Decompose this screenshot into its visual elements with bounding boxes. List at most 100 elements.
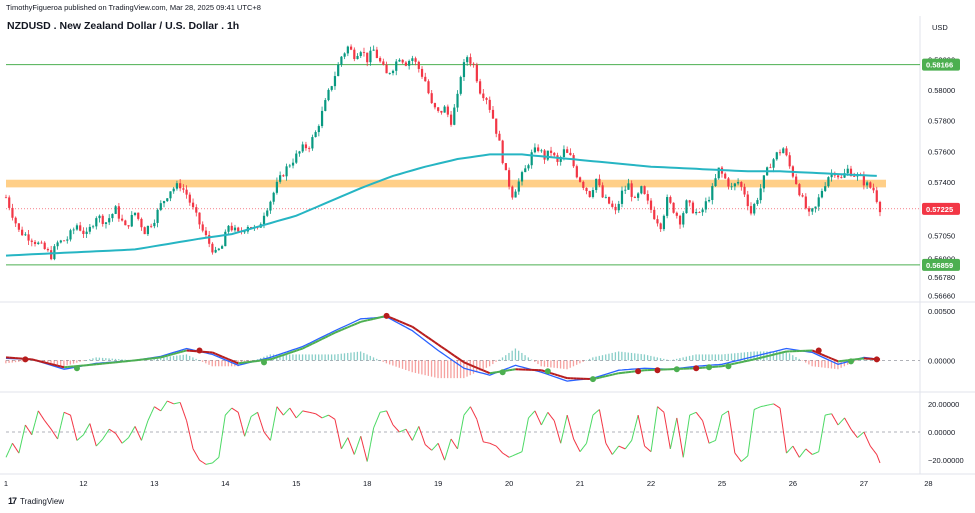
oscillator-segment xyxy=(37,410,42,417)
oscillator-segment xyxy=(460,415,465,433)
candle-body xyxy=(753,203,756,214)
candle-body xyxy=(456,93,459,108)
macd-histogram-bar xyxy=(727,353,729,361)
oscillator-segment xyxy=(866,438,871,447)
candle xyxy=(156,208,159,228)
time-axis[interactable]: 11213141518192021222526272829 xyxy=(4,479,975,488)
candle xyxy=(208,231,211,248)
candle-body xyxy=(404,62,408,66)
macd-histogram-bar xyxy=(172,355,175,361)
macd-histogram-bar xyxy=(646,355,649,361)
oscillator-segment xyxy=(44,420,49,426)
candle xyxy=(72,227,75,235)
tradingview-logo[interactable]: 17 TradingView xyxy=(8,496,64,506)
candle-body xyxy=(82,230,85,235)
oscillator-segment xyxy=(331,416,336,420)
macd-histogram-bar xyxy=(834,360,836,369)
macd-signal-segment xyxy=(38,359,42,363)
candle xyxy=(146,225,150,236)
candle xyxy=(408,59,411,70)
oscillator-segment xyxy=(263,431,268,437)
macd-histogram-bar xyxy=(482,360,484,370)
candle xyxy=(220,244,224,249)
candle-body xyxy=(62,240,66,242)
candle xyxy=(575,164,578,179)
macd-signal-segment xyxy=(376,316,381,320)
candle-body xyxy=(685,200,688,214)
macd-signal-segment xyxy=(295,348,300,352)
oscillator-pane[interactable] xyxy=(5,400,920,465)
macd-signal-segment xyxy=(486,370,491,375)
macd-histogram-bar xyxy=(195,358,197,361)
oscillator-segment xyxy=(476,419,481,431)
macd-pane[interactable] xyxy=(5,312,920,383)
oscillator-segment xyxy=(295,414,300,419)
candle xyxy=(811,207,814,215)
candle xyxy=(491,106,495,119)
candle-body xyxy=(840,177,843,179)
candle xyxy=(666,194,669,219)
macd-histogram-bar xyxy=(318,354,320,361)
candle-body xyxy=(504,163,507,171)
time-tick-label: 25 xyxy=(718,479,726,488)
oscillator-segment xyxy=(50,428,55,435)
candle xyxy=(566,146,569,154)
macd-signal-segment xyxy=(550,372,555,376)
candle-body xyxy=(282,175,285,177)
oscillator-segment xyxy=(176,401,181,404)
time-tick-label: 18 xyxy=(363,479,371,488)
candle xyxy=(204,226,208,238)
candle-body xyxy=(366,52,369,63)
oscillator-segment xyxy=(508,455,513,458)
candle xyxy=(595,178,598,193)
oscillator-segment xyxy=(805,448,810,453)
oscillator-segment xyxy=(402,428,407,432)
candle xyxy=(188,192,191,206)
time-tick-label: 26 xyxy=(789,479,797,488)
price-tick-label: 0.57600 xyxy=(928,147,955,156)
candle xyxy=(508,167,511,190)
candle xyxy=(704,197,707,213)
candlesticks[interactable] xyxy=(4,44,882,261)
oscillator-segment xyxy=(212,459,216,464)
macd-signal-segment xyxy=(602,375,607,378)
macd-signal-segment xyxy=(360,320,365,323)
oscillator-segment xyxy=(140,430,146,441)
candle-body xyxy=(701,209,704,213)
oscillator-segment xyxy=(618,445,623,448)
candle-body xyxy=(656,219,659,224)
macd-cross-dot xyxy=(589,376,596,383)
candle xyxy=(124,219,127,226)
price-axis[interactable]: 0.582000.580000.578000.576000.574000.570… xyxy=(922,55,964,465)
oscillator-segment xyxy=(131,426,136,433)
candle xyxy=(498,130,501,141)
candle xyxy=(17,223,21,233)
candle xyxy=(795,173,798,185)
candle xyxy=(4,194,8,199)
candle xyxy=(295,150,298,164)
macd-signal-segment xyxy=(311,341,317,345)
oscillator-segment xyxy=(457,431,462,449)
macd-histogram-bar xyxy=(98,357,101,361)
macd-signal-segment xyxy=(750,358,755,362)
macd-histogram-bar xyxy=(208,360,210,365)
oscillator-segment xyxy=(560,429,565,444)
macd-signal-segment xyxy=(479,368,484,372)
chart-canvas[interactable]: 0.582000.580000.578000.576000.574000.570… xyxy=(0,0,975,513)
macd-signal-segment xyxy=(308,342,313,347)
macd-signal-segment xyxy=(444,348,449,353)
macd-signal-segment xyxy=(50,363,55,366)
oscillator-segment xyxy=(124,437,129,441)
candle xyxy=(191,198,195,210)
candle-body xyxy=(369,50,372,63)
candle-body xyxy=(237,227,240,232)
macd-histogram-bar xyxy=(563,360,565,369)
price-pane[interactable] xyxy=(4,44,920,266)
macd-histogram-bar xyxy=(95,357,97,361)
macd-histogram-bar xyxy=(211,360,213,367)
macd-histogram-bar xyxy=(685,356,687,361)
time-tick-label: 28 xyxy=(924,479,932,488)
oscillator-segment xyxy=(489,442,494,446)
candle-body xyxy=(527,165,530,169)
oscillator-segment xyxy=(8,443,13,451)
